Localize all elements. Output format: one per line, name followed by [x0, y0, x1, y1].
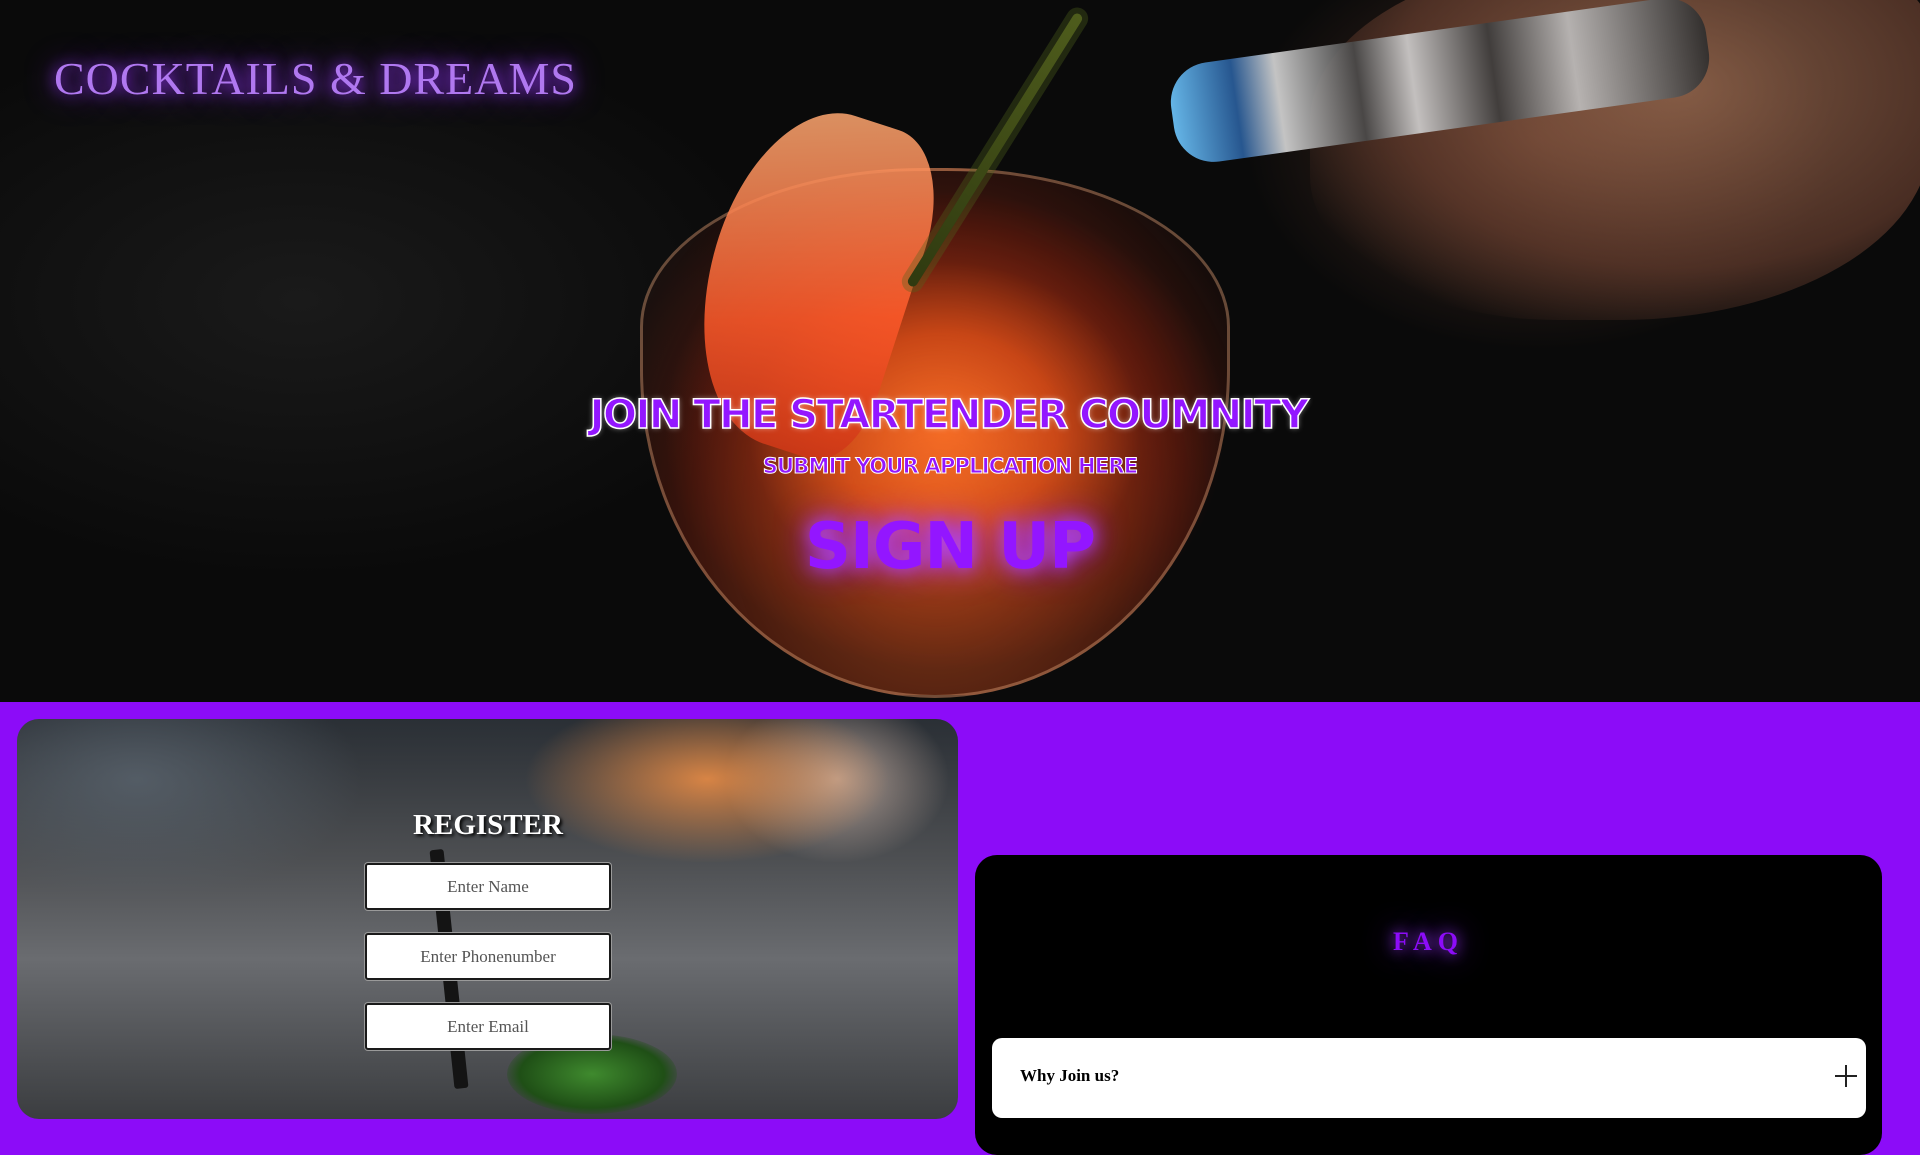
hero-subline: SUBMIT YOUR APPLICATION HERE: [762, 454, 1138, 479]
phone-field[interactable]: [365, 933, 611, 980]
register-title: REGISTER: [413, 809, 563, 841]
name-field[interactable]: [365, 863, 611, 910]
hero-headline: JOIN THE STARTENDER COUMNITY: [589, 391, 1310, 439]
plus-icon[interactable]: [1835, 1065, 1857, 1087]
sign-up-button[interactable]: SIGN UP: [800, 505, 1100, 589]
brand-logo[interactable]: COCKTAILS & DREAMS: [54, 52, 577, 105]
faq-item[interactable]: Why Join us?: [992, 1038, 1866, 1118]
faq-title: FAQ: [1393, 927, 1464, 956]
hero-section: COCKTAILS & DREAMS JOIN THE STARTENDER C…: [0, 0, 1920, 702]
email-field[interactable]: [365, 1003, 611, 1050]
register-panel: REGISTER: [17, 719, 958, 1119]
faq-question: Why Join us?: [1020, 1066, 1120, 1085]
faq-panel: FAQ Why Join us?: [975, 855, 1882, 1155]
